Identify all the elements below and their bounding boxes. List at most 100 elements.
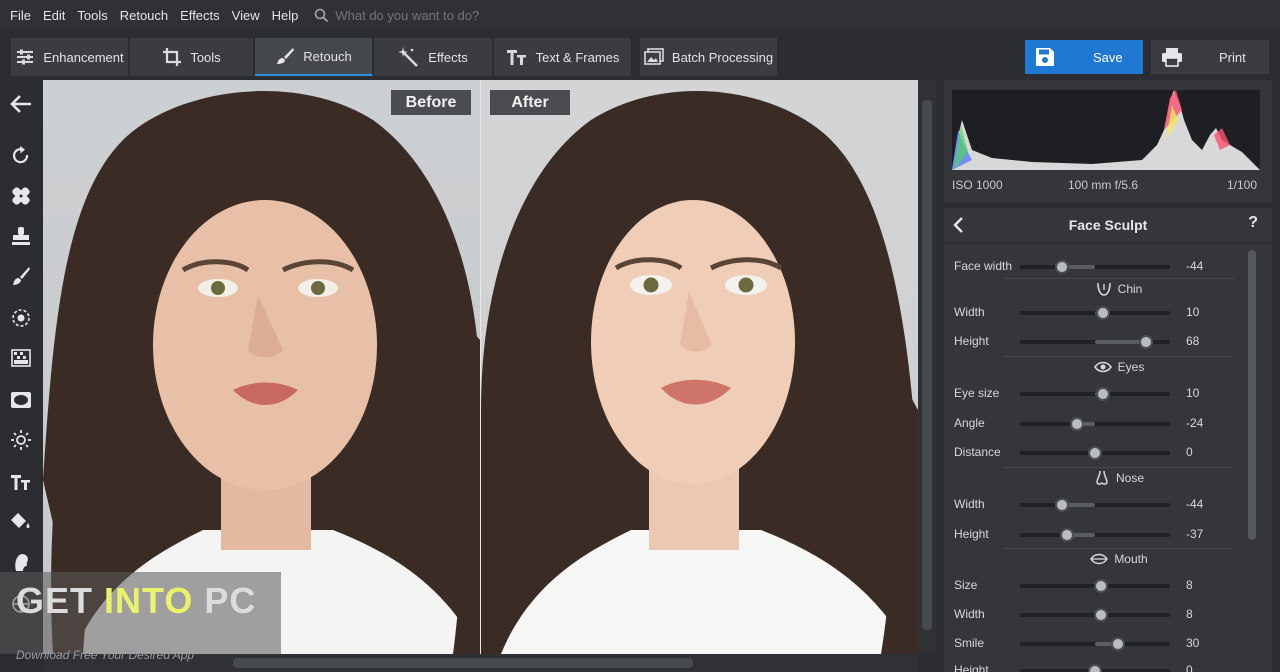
canvas-vertical-scrollbar[interactable] bbox=[918, 80, 936, 654]
sliders-icon bbox=[17, 49, 34, 65]
print-button[interactable]: Print bbox=[1151, 40, 1269, 74]
search-box[interactable] bbox=[314, 7, 576, 23]
tool-fill[interactable] bbox=[6, 507, 36, 537]
slider-knob[interactable] bbox=[1139, 335, 1153, 349]
slider-value: 8 bbox=[1186, 607, 1193, 621]
menu-view[interactable]: View bbox=[232, 8, 260, 23]
menu-effects[interactable]: Effects bbox=[180, 8, 220, 23]
scroll-thumb[interactable] bbox=[1248, 250, 1256, 540]
tab-tools[interactable]: Tools bbox=[130, 38, 254, 76]
slider-value: 0 bbox=[1186, 445, 1193, 459]
tab-label: Text & Frames bbox=[535, 49, 620, 65]
tab-retouch[interactable]: Retouch bbox=[255, 38, 373, 76]
slider-track[interactable] bbox=[1020, 528, 1170, 542]
back-button[interactable] bbox=[6, 89, 36, 119]
slider-label: Eye size bbox=[954, 386, 1000, 400]
slider-track[interactable] bbox=[1020, 260, 1170, 274]
slider-eye-distance[interactable]: Distance 0 bbox=[954, 442, 1244, 462]
tab-enhancement[interactable]: Enhancement bbox=[11, 38, 129, 76]
preview-canvas[interactable]: Before After bbox=[43, 80, 918, 654]
eye-icon bbox=[1093, 361, 1112, 372]
slider-eye-angle[interactable]: Angle -24 bbox=[954, 413, 1244, 433]
slider-knob[interactable] bbox=[1088, 446, 1102, 460]
slider-mouth-width[interactable]: Width 8 bbox=[954, 604, 1244, 624]
save-button[interactable]: Save bbox=[1025, 40, 1143, 74]
help-icon[interactable]: ? bbox=[1248, 214, 1258, 232]
slider-value: 68 bbox=[1186, 334, 1200, 348]
slider-knob[interactable] bbox=[1055, 260, 1069, 274]
slider-mouth-smile[interactable]: Smile 30 bbox=[954, 633, 1244, 653]
slider-label: Height bbox=[954, 334, 989, 348]
tool-light[interactable] bbox=[6, 425, 36, 455]
crop-icon bbox=[163, 48, 182, 66]
face-sculpt-header: Face Sculpt ? bbox=[944, 208, 1272, 242]
after-photo: After bbox=[481, 80, 918, 654]
slider-track[interactable] bbox=[1020, 306, 1170, 320]
slider-track[interactable] bbox=[1020, 446, 1170, 460]
tool-clone-stamp[interactable] bbox=[6, 221, 36, 251]
lens-readout: 100 mm f/5.6 bbox=[1068, 178, 1139, 192]
tab-label: Enhancement bbox=[43, 49, 124, 65]
slider-knob[interactable] bbox=[1110, 637, 1125, 651]
slider-knob[interactable] bbox=[1094, 579, 1108, 593]
slider-label: Width bbox=[954, 607, 985, 621]
menu-help[interactable]: Help bbox=[272, 8, 299, 23]
slider-track[interactable] bbox=[1020, 579, 1170, 593]
slider-mouth-size[interactable]: Size 8 bbox=[954, 575, 1244, 595]
tool-text[interactable] bbox=[6, 467, 36, 497]
menu-edit[interactable]: Edit bbox=[43, 8, 65, 23]
tool-gradient[interactable] bbox=[6, 343, 36, 373]
slider-chin-height[interactable]: Height 68 bbox=[954, 331, 1244, 351]
search-input[interactable] bbox=[335, 7, 576, 23]
floppy-disk-icon bbox=[1036, 48, 1054, 66]
slider-label: Angle bbox=[954, 416, 985, 430]
panel-scrollbar[interactable] bbox=[1246, 244, 1258, 672]
slider-knob[interactable] bbox=[1060, 528, 1075, 542]
slider-knob[interactable] bbox=[1094, 608, 1108, 622]
slider-track[interactable] bbox=[1020, 637, 1170, 651]
mouth-icon bbox=[1090, 553, 1109, 564]
portrait-after bbox=[481, 91, 918, 654]
slider-value: 10 bbox=[1186, 305, 1200, 319]
text-icon bbox=[506, 50, 526, 65]
tab-effects[interactable]: Effects bbox=[374, 38, 493, 76]
slider-knob[interactable] bbox=[1088, 664, 1102, 672]
slider-eye-size[interactable]: Eye size 10 bbox=[954, 383, 1244, 403]
slider-knob[interactable] bbox=[1095, 387, 1110, 401]
slider-track[interactable] bbox=[1020, 335, 1170, 349]
menu-tools[interactable]: Tools bbox=[77, 8, 107, 23]
slider-track[interactable] bbox=[1020, 387, 1170, 401]
slider-track[interactable] bbox=[1020, 417, 1170, 431]
batch-processing-button[interactable]: Batch Processing bbox=[640, 38, 778, 76]
slider-track[interactable] bbox=[1020, 608, 1170, 622]
slider-knob[interactable] bbox=[1055, 498, 1069, 512]
scroll-thumb[interactable] bbox=[922, 100, 932, 630]
portrait-before bbox=[43, 91, 480, 654]
tool-brush[interactable] bbox=[6, 261, 36, 291]
slider-value: 30 bbox=[1186, 636, 1200, 650]
slider-nose-height[interactable]: Height -37 bbox=[954, 524, 1244, 544]
slider-track[interactable] bbox=[1020, 498, 1170, 512]
chevron-left-icon[interactable] bbox=[952, 216, 966, 234]
text-icon bbox=[11, 475, 30, 490]
tool-redo[interactable] bbox=[6, 141, 36, 171]
tab-label: Effects bbox=[428, 49, 468, 65]
tool-healing[interactable] bbox=[6, 181, 36, 211]
tool-vignette[interactable] bbox=[6, 385, 36, 415]
scroll-thumb[interactable] bbox=[233, 658, 693, 668]
slider-nose-width[interactable]: Width -44 bbox=[954, 494, 1244, 514]
menu-file[interactable]: File bbox=[10, 8, 31, 23]
tab-text-frames[interactable]: Text & Frames bbox=[494, 38, 632, 76]
slider-mouth-height[interactable]: Height 0 bbox=[954, 660, 1244, 672]
slider-value: 8 bbox=[1186, 578, 1193, 592]
menu-retouch[interactable]: Retouch bbox=[120, 8, 168, 23]
slider-knob[interactable] bbox=[1095, 306, 1110, 320]
histogram-graph bbox=[952, 90, 1260, 170]
slider-chin-width[interactable]: Width 10 bbox=[954, 302, 1244, 322]
slider-face-width[interactable]: Face width -44 bbox=[954, 256, 1244, 276]
batch-label: Batch Processing bbox=[671, 49, 774, 65]
tool-radial[interactable] bbox=[6, 303, 36, 333]
slider-knob[interactable] bbox=[1070, 417, 1084, 431]
chin-icon bbox=[1096, 282, 1111, 296]
back-arrow-icon bbox=[10, 95, 31, 113]
